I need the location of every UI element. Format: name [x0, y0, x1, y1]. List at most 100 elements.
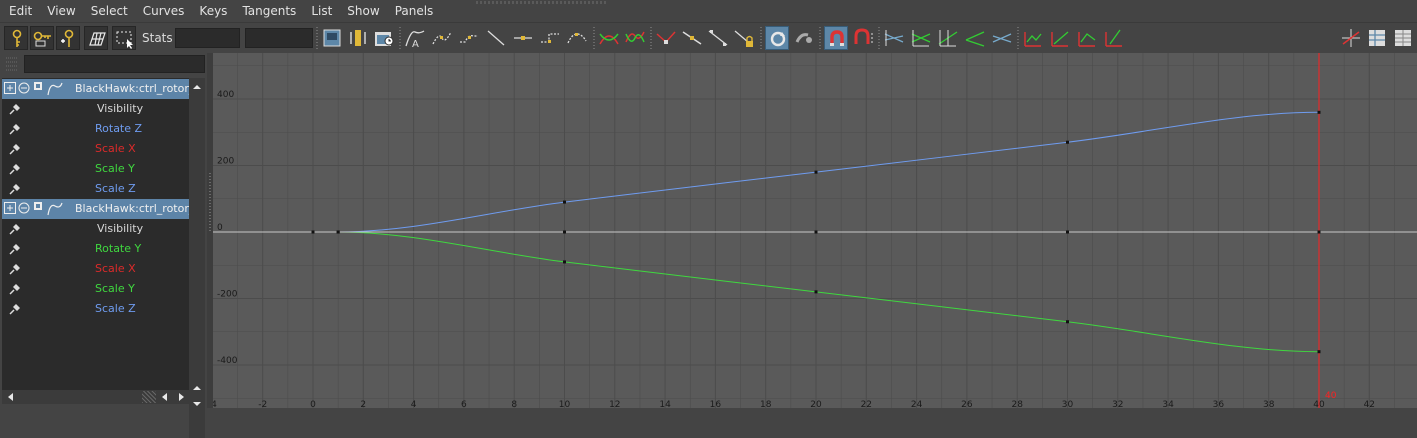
expand-icon[interactable] [4, 202, 16, 214]
normalize-curves-icon[interactable] [936, 26, 960, 50]
keyframe [563, 260, 566, 264]
scroll-left-icon[interactable] [157, 390, 173, 404]
stats-frame-field[interactable] [175, 28, 240, 48]
pin-icon[interactable] [8, 302, 22, 316]
lattice-deform-icon[interactable] [84, 26, 108, 50]
oscillate-icon[interactable] [1075, 26, 1099, 50]
step-tangent-icon[interactable] [538, 26, 562, 50]
attribute-row[interactable]: Scale Z [2, 299, 189, 319]
pin-icon[interactable] [8, 242, 22, 256]
post-infinity-cycle-icon[interactable] [1021, 26, 1045, 50]
curve-graph[interactable]: 40 -4-2024681012141618202224262830323436… [213, 53, 1417, 408]
menu-select[interactable]: Select [83, 0, 135, 22]
pin-icon[interactable] [8, 222, 22, 236]
stats-value-field[interactable] [245, 28, 313, 48]
menu-list[interactable]: List [303, 0, 339, 22]
attribute-label: Rotate Z [95, 122, 143, 135]
auto-tangent-icon[interactable]: A [403, 26, 427, 50]
spreadsheet-icon[interactable] [1391, 26, 1415, 50]
pin-icon[interactable] [8, 102, 22, 116]
attribute-row[interactable]: Scale X [2, 259, 189, 279]
region-select-icon[interactable] [112, 26, 136, 50]
scroll-grip[interactable] [142, 391, 156, 403]
scroll-down-icon[interactable] [189, 397, 205, 411]
pin-icon[interactable] [8, 142, 22, 156]
menu-curves[interactable]: Curves [135, 0, 192, 22]
svg-text:A: A [412, 39, 419, 50]
denormalize-curves-icon[interactable] [963, 26, 987, 50]
pin-icon[interactable] [8, 162, 22, 176]
linear-tangent-icon[interactable] [484, 26, 508, 50]
collapse-icon[interactable] [18, 82, 30, 94]
auto-load-icon[interactable] [765, 26, 789, 50]
menu-view[interactable]: View [39, 0, 82, 22]
channel-box-icon[interactable] [1365, 26, 1389, 50]
pin-icon[interactable] [8, 122, 22, 136]
outliner-group-row[interactable]: BlackHawk:ctrl_rotor_rear [2, 199, 189, 219]
buffer-curve-snapshot-icon[interactable] [597, 26, 621, 50]
magnet-icon[interactable] [851, 26, 875, 50]
time-snap-icon[interactable] [792, 26, 816, 50]
attribute-row[interactable]: Rotate Y [2, 239, 189, 259]
break-tangents-icon[interactable] [654, 26, 678, 50]
attribute-row[interactable]: Visibility [2, 219, 189, 239]
graph-view[interactable]: 40 -4-2024681012141618202224262830323436… [213, 53, 1417, 408]
isolate-curve-icon[interactable] [882, 26, 906, 50]
center-current-time-icon[interactable] [372, 26, 396, 50]
dope-sheet-icon[interactable] [1102, 26, 1126, 50]
outliner-vertical-scrollbar[interactable] [189, 78, 205, 438]
attribute-row[interactable]: Visibility [2, 99, 189, 119]
flat-tangent-icon[interactable] [511, 26, 535, 50]
value-snap-icon[interactable] [824, 26, 848, 50]
attribute-row[interactable]: Scale Z [2, 179, 189, 199]
menu-keys[interactable]: Keys [191, 0, 234, 22]
x-tick-label: 20 [810, 400, 822, 408]
unify-tangents-icon[interactable] [680, 26, 704, 50]
lock-tangent-weight-icon[interactable] [732, 26, 756, 50]
move-key-icon[interactable] [4, 26, 28, 50]
frame-playback-icon[interactable] [346, 26, 370, 50]
attribute-row[interactable]: Scale Y [2, 279, 189, 299]
pin-icon[interactable] [8, 262, 22, 276]
attribute-label: Visibility [97, 222, 144, 235]
frame-all-icon[interactable] [320, 26, 344, 50]
scroll-up-icon[interactable] [189, 80, 205, 94]
toolbar-separator [316, 27, 318, 49]
spline-tangent-icon[interactable] [430, 26, 454, 50]
pin-icon[interactable] [8, 282, 22, 296]
attribute-row[interactable]: Scale X [2, 139, 189, 159]
transform-node-icon [32, 202, 44, 214]
window-drag-grip[interactable] [476, 1, 606, 4]
menu-panels[interactable]: Panels [387, 0, 441, 22]
expand-icon[interactable] [4, 82, 16, 94]
plateau-tangent-icon[interactable] [565, 26, 589, 50]
curve-node-icon [46, 82, 64, 96]
trax-editor-icon[interactable] [1339, 26, 1363, 50]
attribute-row[interactable]: Rotate Z [2, 119, 189, 139]
outliner-group-row[interactable]: BlackHawk:ctrl_rotor_main [2, 79, 189, 99]
scroll-right-icon[interactable] [173, 390, 189, 404]
clamped-tangent-icon[interactable] [457, 26, 481, 50]
menu-tangents[interactable]: Tangents [234, 0, 303, 22]
outliner-filter-input[interactable] [24, 55, 205, 73]
filter-grip-icon[interactable] [5, 57, 19, 71]
free-tangent-weight-icon[interactable] [706, 26, 730, 50]
y-tick-label: -400 [217, 356, 238, 366]
menu-show[interactable]: Show [339, 0, 386, 22]
menu-edit[interactable]: Edit [0, 0, 39, 22]
attribute-row[interactable]: Scale Y [2, 159, 189, 179]
stacked-curves-icon[interactable] [909, 26, 933, 50]
divider-grip[interactable] [209, 173, 211, 233]
x-tick-label: -4 [213, 400, 217, 408]
outliner-horizontal-scrollbar[interactable] [2, 390, 189, 404]
insert-key-icon[interactable] [30, 26, 54, 50]
pin-icon[interactable] [8, 182, 22, 196]
cycle-offset-icon[interactable] [1048, 26, 1072, 50]
collapse-icon[interactable] [18, 202, 30, 214]
scroll-up-icon[interactable] [189, 381, 205, 395]
add-key-icon[interactable] [56, 26, 80, 50]
keyframe [336, 230, 340, 234]
pre-infinity-cycle-icon[interactable] [990, 26, 1014, 50]
scroll-left-icon[interactable] [3, 390, 19, 404]
swap-buffer-curve-icon[interactable] [623, 26, 647, 50]
